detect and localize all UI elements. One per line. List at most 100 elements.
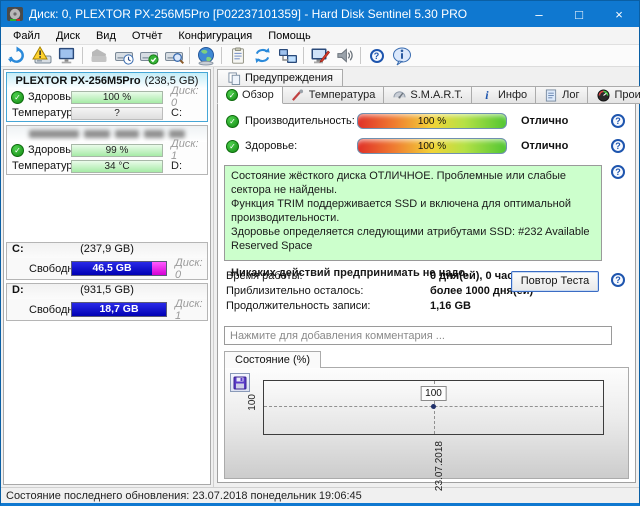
check-icon bbox=[226, 115, 239, 128]
health-status: Отлично bbox=[521, 140, 568, 152]
health-row: Здоровье: 100 % Отлично bbox=[224, 135, 629, 157]
partition-d-size: (931,5 GB) bbox=[7, 284, 207, 296]
toolbar bbox=[1, 45, 639, 67]
tab-info-label: Инфо bbox=[498, 89, 527, 101]
toolbar-separator bbox=[221, 47, 222, 64]
minimize-button[interactable]: – bbox=[519, 1, 559, 27]
chart-section: Состояние (%) 100 100 bbox=[224, 351, 629, 479]
menu-help[interactable]: Помощь bbox=[260, 27, 319, 44]
sync-icon[interactable] bbox=[250, 45, 275, 66]
health-label: Здоровье: bbox=[245, 140, 357, 152]
disk-1-health-row: Здоровье: 99 % Диск: 1 bbox=[7, 142, 207, 158]
remote-desktop-icon[interactable] bbox=[307, 45, 332, 66]
help-icon[interactable] bbox=[611, 114, 625, 128]
speaker-icon[interactable] bbox=[332, 45, 357, 66]
info-icon[interactable] bbox=[389, 45, 414, 66]
toolbar-separator bbox=[360, 47, 361, 64]
stat-label: Продолжительность записи: bbox=[226, 300, 370, 312]
check-icon bbox=[226, 140, 239, 153]
status-text: Состояние последнего обновления: 23.07.2… bbox=[6, 490, 362, 502]
maximize-button[interactable]: □ bbox=[559, 1, 599, 27]
help-icon[interactable] bbox=[364, 45, 389, 66]
disk-0-health-bar: 100 % bbox=[71, 91, 163, 104]
help-icon[interactable] bbox=[611, 139, 625, 153]
close-button[interactable]: × bbox=[599, 1, 639, 27]
tab-overview[interactable]: Обзор bbox=[217, 86, 283, 104]
disk-panel-0[interactable]: PLEXTOR PX-256M5Pro (238,5 GB) Здоровье:… bbox=[6, 72, 208, 122]
document-icon bbox=[544, 88, 558, 102]
smart-gauge-icon bbox=[392, 88, 406, 102]
disk-0-temp-row: Температура: ? C: bbox=[7, 105, 207, 121]
toolbar-separator bbox=[82, 47, 83, 64]
save-chart-button[interactable] bbox=[230, 373, 250, 392]
description-line: Функция TRIM поддерживается SSD и включе… bbox=[231, 197, 595, 225]
description-line: Состояние жёсткого диска ОТЛИЧНОЕ. Пробл… bbox=[231, 169, 595, 197]
disk-1-name-redacted bbox=[29, 130, 185, 138]
refresh-icon[interactable] bbox=[4, 45, 29, 66]
tab-performance-label: Производительность bbox=[614, 89, 640, 101]
tab-warnings[interactable]: Предупреждения bbox=[217, 69, 343, 86]
menu-report[interactable]: Отчёт bbox=[124, 27, 170, 44]
chart-tab-status[interactable]: Состояние (%) bbox=[224, 351, 321, 368]
app-icon bbox=[7, 6, 23, 22]
globe-disk-icon[interactable] bbox=[193, 45, 218, 66]
tab-log-label: Лог bbox=[562, 89, 579, 101]
disk-check-icon[interactable] bbox=[136, 45, 161, 66]
disk-clock-icon[interactable] bbox=[111, 45, 136, 66]
overview-panel: Производительность: 100 % Отлично Здоров… bbox=[217, 103, 636, 483]
pages-icon bbox=[227, 71, 241, 85]
tab-log[interactable]: Лог bbox=[536, 86, 588, 104]
tab-smart[interactable]: S.M.A.R.T. bbox=[384, 86, 472, 104]
disk-1-temp-row: Температура: 34 °C D: bbox=[7, 158, 207, 174]
menu-bar: Файл Диск Вид Отчёт Конфигурация Помощь bbox=[1, 27, 639, 45]
partition-c-free-value: 46,5 GB bbox=[72, 262, 152, 275]
performance-gauge-icon bbox=[596, 88, 610, 102]
disk-0-letter: C: bbox=[171, 107, 182, 119]
menu-file[interactable]: Файл bbox=[5, 27, 48, 44]
tab-temperature-label: Температура bbox=[309, 89, 376, 101]
disk-display-icon[interactable] bbox=[54, 45, 79, 66]
disk-1-health-bar: 99 % bbox=[71, 144, 163, 157]
disk-warning-icon[interactable] bbox=[29, 45, 54, 66]
partition-d-free-row: Свободно 18,7 GB Диск: 1 bbox=[7, 299, 207, 320]
window-title: Диск: 0, PLEXTOR PX-256M5Pro [P022371013… bbox=[29, 7, 467, 21]
chart-x-tick: 23.07.2018 bbox=[434, 441, 445, 491]
description-line: Здоровье определяется следующими атрибут… bbox=[231, 225, 595, 253]
tab-overview-label: Обзор bbox=[242, 89, 274, 101]
menu-configuration[interactable]: Конфигурация bbox=[170, 27, 260, 44]
tab-warnings-label: Предупреждения bbox=[245, 72, 333, 84]
help-icon[interactable] bbox=[611, 165, 625, 179]
sidebar-gap bbox=[6, 178, 208, 242]
menu-view[interactable]: Вид bbox=[88, 27, 124, 44]
toolbar-separator bbox=[303, 47, 304, 64]
sidebar: PLEXTOR PX-256M5Pro (238,5 GB) Здоровье:… bbox=[1, 67, 214, 487]
tab-temperature[interactable]: Температура bbox=[283, 86, 385, 104]
main-tabs: Обзор Температура S.M.A.R.T. i Инфо bbox=[217, 86, 636, 104]
tab-performance[interactable]: Производительность bbox=[588, 86, 640, 104]
performance-value: 100 % bbox=[358, 114, 506, 128]
chart-plot: 100 bbox=[263, 380, 604, 435]
comment-input[interactable] bbox=[224, 326, 612, 345]
chart-x-tick-wrap: 23.07.2018 bbox=[434, 441, 445, 494]
title-bar: Диск: 0, PLEXTOR PX-256M5Pro [P022371013… bbox=[1, 1, 639, 27]
status-bar: Состояние последнего обновления: 23.07.2… bbox=[1, 487, 639, 503]
network-icon[interactable] bbox=[275, 45, 300, 66]
disk-panel-1[interactable]: Здоровье: 99 % Диск: 1 Температура: 34 °… bbox=[6, 125, 208, 175]
partition-panel-d[interactable]: D: (931,5 GB) Свободно 18,7 GB Диск: 1 bbox=[6, 283, 208, 321]
content-area: Предупреждения Обзор Температура bbox=[214, 67, 639, 487]
info-i-icon: i bbox=[480, 88, 494, 102]
health-ok-icon bbox=[11, 144, 24, 157]
report-icon[interactable] bbox=[225, 45, 250, 66]
tab-smart-label: S.M.A.R.T. bbox=[410, 89, 463, 101]
performance-status: Отлично bbox=[521, 115, 568, 127]
disk-search-icon[interactable] bbox=[161, 45, 186, 66]
partition-panel-c[interactable]: C: (237,9 GB) Свободно 46,5 GB Диск: 0 bbox=[6, 242, 208, 280]
help-icon[interactable] bbox=[611, 273, 625, 287]
stat-row: Продолжительность записи: 1,16 GB bbox=[224, 300, 629, 315]
retest-button[interactable]: Повтор Теста bbox=[511, 271, 599, 292]
disk-list: PLEXTOR PX-256M5Pro (238,5 GB) Здоровье:… bbox=[3, 69, 211, 485]
menu-disk[interactable]: Диск bbox=[48, 27, 88, 44]
partition-d-disk: Диск: 1 bbox=[175, 298, 207, 322]
health-ok-icon bbox=[11, 91, 24, 104]
tab-info[interactable]: i Инфо bbox=[472, 86, 536, 104]
